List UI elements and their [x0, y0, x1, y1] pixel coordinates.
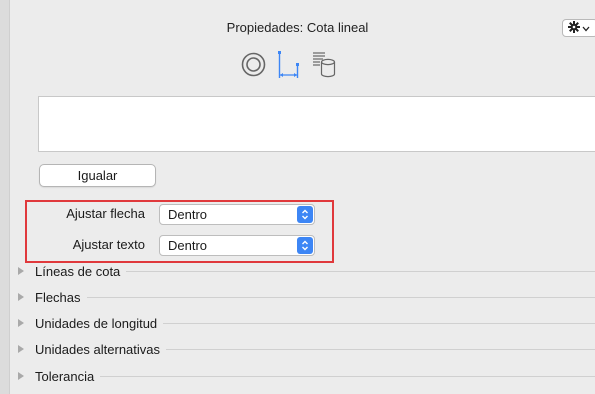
- section-arrows[interactable]: Flechas: [18, 288, 595, 306]
- section-label: Flechas: [35, 289, 81, 305]
- arrow-fit-label: Ajustar flecha: [66, 206, 145, 221]
- up-down-chevron-icon: [297, 206, 313, 223]
- arrow-fit-select[interactable]: Dentro: [159, 204, 315, 225]
- section-label: Líneas de cota: [35, 263, 121, 279]
- match-button[interactable]: Igualar: [39, 164, 156, 187]
- section-tolerance[interactable]: Tolerancia: [18, 367, 595, 385]
- disclosure-triangle-icon: [18, 319, 24, 327]
- match-button-label: Igualar: [77, 168, 118, 183]
- section-label: Tolerancia: [35, 368, 95, 384]
- left-panel-edge: [0, 0, 10, 394]
- linear-dimension-icon: [275, 48, 302, 85]
- window-title: Propiedades: Cota lineal: [226, 20, 369, 35]
- tab-bar: [240, 48, 337, 84]
- gear-menu-button[interactable]: [562, 19, 595, 37]
- disclosure-triangle-icon: [18, 267, 24, 275]
- text-fit-select[interactable]: Dentro: [159, 235, 315, 256]
- section-label: Unidades de longitud: [35, 315, 158, 331]
- divider: [166, 348, 595, 350]
- text-area[interactable]: [38, 96, 595, 152]
- section-alternate-units[interactable]: Unidades alternativas: [18, 340, 595, 358]
- database-icon: [310, 50, 337, 83]
- divider: [163, 322, 595, 324]
- divider: [100, 375, 595, 377]
- tab-dimension[interactable]: [275, 48, 302, 84]
- section-label: Unidades alternativas: [35, 341, 161, 357]
- section-dimension-lines[interactable]: Líneas de cota: [18, 262, 595, 280]
- text-fit-label: Ajustar texto: [72, 237, 145, 252]
- tab-symbol[interactable]: [240, 48, 267, 84]
- divider: [126, 270, 595, 272]
- disclosure-triangle-icon: [18, 293, 24, 301]
- chevron-down-icon: [582, 21, 590, 35]
- gear-icon: [568, 20, 580, 36]
- section-length-units[interactable]: Unidades de longitud: [18, 314, 595, 332]
- arrow-fit-value: Dentro: [168, 207, 208, 222]
- up-down-chevron-icon: [297, 237, 313, 254]
- text-fit-value: Dentro: [168, 238, 208, 253]
- tab-data[interactable]: [310, 48, 337, 84]
- divider: [86, 296, 595, 298]
- concentric-circles-icon: [240, 51, 267, 81]
- disclosure-triangle-icon: [18, 372, 24, 380]
- disclosure-triangle-icon: [18, 345, 24, 353]
